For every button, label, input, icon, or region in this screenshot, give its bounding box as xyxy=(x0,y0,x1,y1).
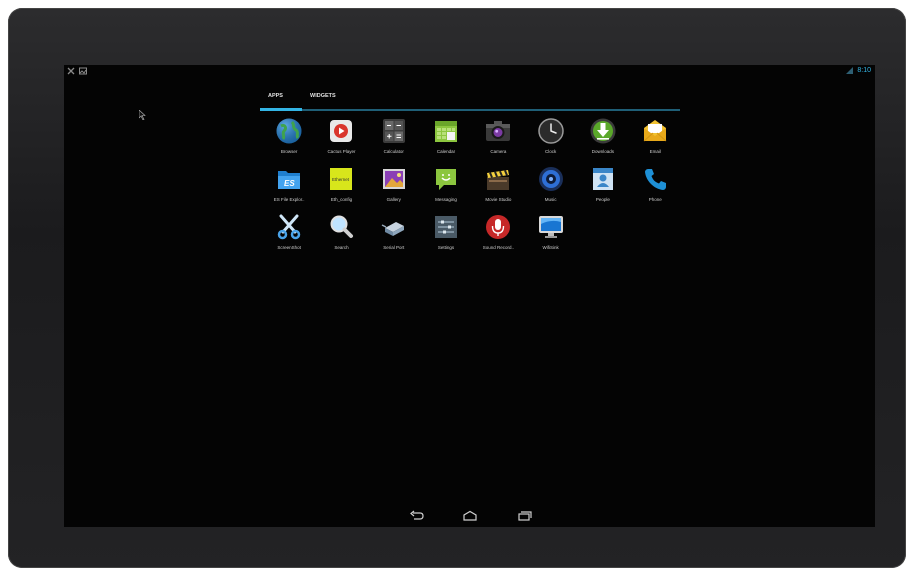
app-label: Camera xyxy=(490,149,507,154)
ethernet-icon: Ethernet xyxy=(327,165,355,193)
app-clock[interactable]: Clock xyxy=(524,117,576,165)
app-eth-config[interactable]: Ethernet Eth_config xyxy=(315,165,367,213)
camera-icon xyxy=(484,117,512,145)
launcher-tabs: APPS WIDGETS xyxy=(260,87,680,111)
image-icon xyxy=(79,67,87,75)
app-downloads[interactable]: Downloads xyxy=(577,117,629,165)
app-label: Sound Record.. xyxy=(482,245,514,250)
status-time: 8:10 xyxy=(857,67,871,74)
app-screenshot[interactable]: ScreenShot xyxy=(263,213,315,261)
message-icon xyxy=(432,165,460,193)
mouse-cursor-icon xyxy=(138,109,146,122)
tab-widgets[interactable]: WIDGETS xyxy=(310,93,336,99)
folder-es-icon: ES xyxy=(275,165,303,193)
app-email[interactable]: Email xyxy=(629,117,681,165)
gallery-icon xyxy=(380,165,408,193)
app-phone[interactable]: Phone xyxy=(629,165,681,213)
app-es-file-explorer[interactable]: ES ES File Explor.. xyxy=(263,165,315,213)
app-gallery[interactable]: Gallery xyxy=(368,165,420,213)
download-icon xyxy=(589,117,617,145)
app-label: Clock xyxy=(545,149,557,154)
app-label: Eth_config xyxy=(330,197,353,202)
status-bar: 8:10 xyxy=(64,65,875,79)
app-label: Serial Port xyxy=(383,245,405,250)
app-camera[interactable]: Camera xyxy=(472,117,524,165)
tab-apps[interactable]: APPS xyxy=(268,93,283,99)
app-label: Music xyxy=(544,197,557,202)
app-settings[interactable]: Settings xyxy=(420,213,472,261)
app-sound-recorder[interactable]: Sound Record.. xyxy=(472,213,524,261)
tools-icon xyxy=(67,67,75,75)
app-people[interactable]: People xyxy=(577,165,629,213)
app-calendar[interactable]: Calendar xyxy=(420,117,472,165)
active-tab-indicator xyxy=(260,108,302,111)
app-label: Calendar xyxy=(436,149,456,154)
magnifier-icon xyxy=(327,213,355,241)
tablet-bezel: 8:10 APPS WIDGETS Browser Cactus Player … xyxy=(8,8,906,568)
signal-icon xyxy=(846,67,854,74)
app-cactus-player[interactable]: Cactus Player xyxy=(315,117,367,165)
app-label: ScreenShot xyxy=(277,245,301,250)
svg-text:ES: ES xyxy=(284,179,295,188)
settings-icon xyxy=(432,213,460,241)
app-label: Movie Studio xyxy=(485,197,512,202)
contacts-icon xyxy=(589,165,617,193)
serial-port-icon xyxy=(380,213,408,241)
app-grid: Browser Cactus Player Calculator Calenda… xyxy=(263,117,683,261)
app-label: Gallery xyxy=(386,197,401,202)
envelope-icon xyxy=(641,117,669,145)
globe-icon xyxy=(275,117,303,145)
app-label: Phone xyxy=(648,197,662,202)
navigation-bar xyxy=(64,503,875,527)
app-wifisink[interactable]: WifiSink xyxy=(524,213,576,261)
clock-icon xyxy=(537,117,565,145)
app-label: Messaging xyxy=(435,197,457,202)
app-label: ES File Explor.. xyxy=(273,197,305,202)
app-label: Downloads xyxy=(591,149,615,154)
app-label: Settings xyxy=(437,245,455,250)
app-label: Browser xyxy=(280,149,298,154)
app-label: Search xyxy=(334,245,349,250)
clapperboard-icon xyxy=(484,165,512,193)
app-label: People xyxy=(595,197,610,202)
app-label: Calculator xyxy=(383,149,404,154)
app-search[interactable]: Search xyxy=(315,213,367,261)
back-icon[interactable] xyxy=(409,509,425,521)
app-label: Email xyxy=(649,149,661,154)
monitor-icon xyxy=(537,213,565,241)
app-label: WifiSink xyxy=(542,245,559,250)
app-browser[interactable]: Browser xyxy=(263,117,315,165)
app-music[interactable]: Music xyxy=(524,165,576,213)
speaker-icon xyxy=(537,165,565,193)
app-calculator[interactable]: Calculator xyxy=(368,117,420,165)
microphone-icon xyxy=(484,213,512,241)
scissors-icon xyxy=(275,213,303,241)
play-icon xyxy=(327,117,355,145)
home-icon[interactable] xyxy=(462,509,478,521)
android-screen: 8:10 APPS WIDGETS Browser Cactus Player … xyxy=(64,65,875,527)
calendar-icon xyxy=(432,117,460,145)
app-movie-studio[interactable]: Movie Studio xyxy=(472,165,524,213)
recents-icon[interactable] xyxy=(516,509,532,521)
app-messaging[interactable]: Messaging xyxy=(420,165,472,213)
app-label: Cactus Player xyxy=(327,149,356,154)
svg-text:Ethernet: Ethernet xyxy=(332,177,350,182)
calculator-icon xyxy=(380,117,408,145)
app-serial-port[interactable]: Serial Port xyxy=(368,213,420,261)
phone-icon xyxy=(641,165,669,193)
